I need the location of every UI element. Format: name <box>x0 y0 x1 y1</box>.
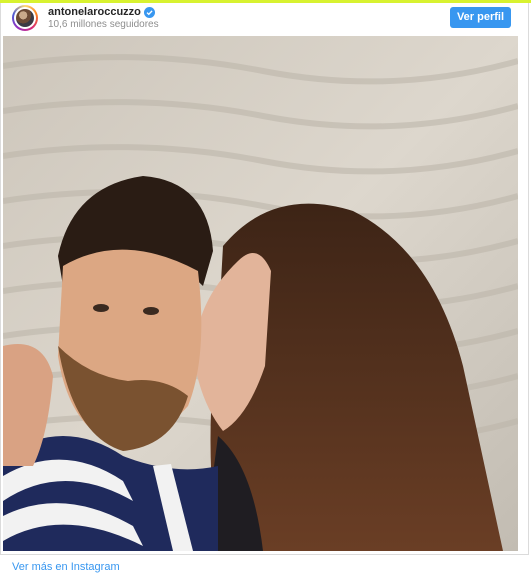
username[interactable]: antonelaroccuzzo <box>48 6 141 18</box>
post-header: antonelaroccuzzo 10,6 millones seguidore… <box>0 3 531 36</box>
verified-badge-icon <box>143 6 155 18</box>
selfie-photo[interactable] <box>3 36 518 551</box>
avatar[interactable] <box>12 5 38 31</box>
followers-count: 10,6 millones seguidores <box>48 19 159 30</box>
photo-illustration <box>3 36 518 551</box>
view-profile-button[interactable]: Ver perfil <box>450 7 511 28</box>
view-more-on-instagram-link[interactable]: Ver más en Instagram <box>12 561 120 573</box>
username-row[interactable]: antonelaroccuzzo <box>48 5 155 19</box>
